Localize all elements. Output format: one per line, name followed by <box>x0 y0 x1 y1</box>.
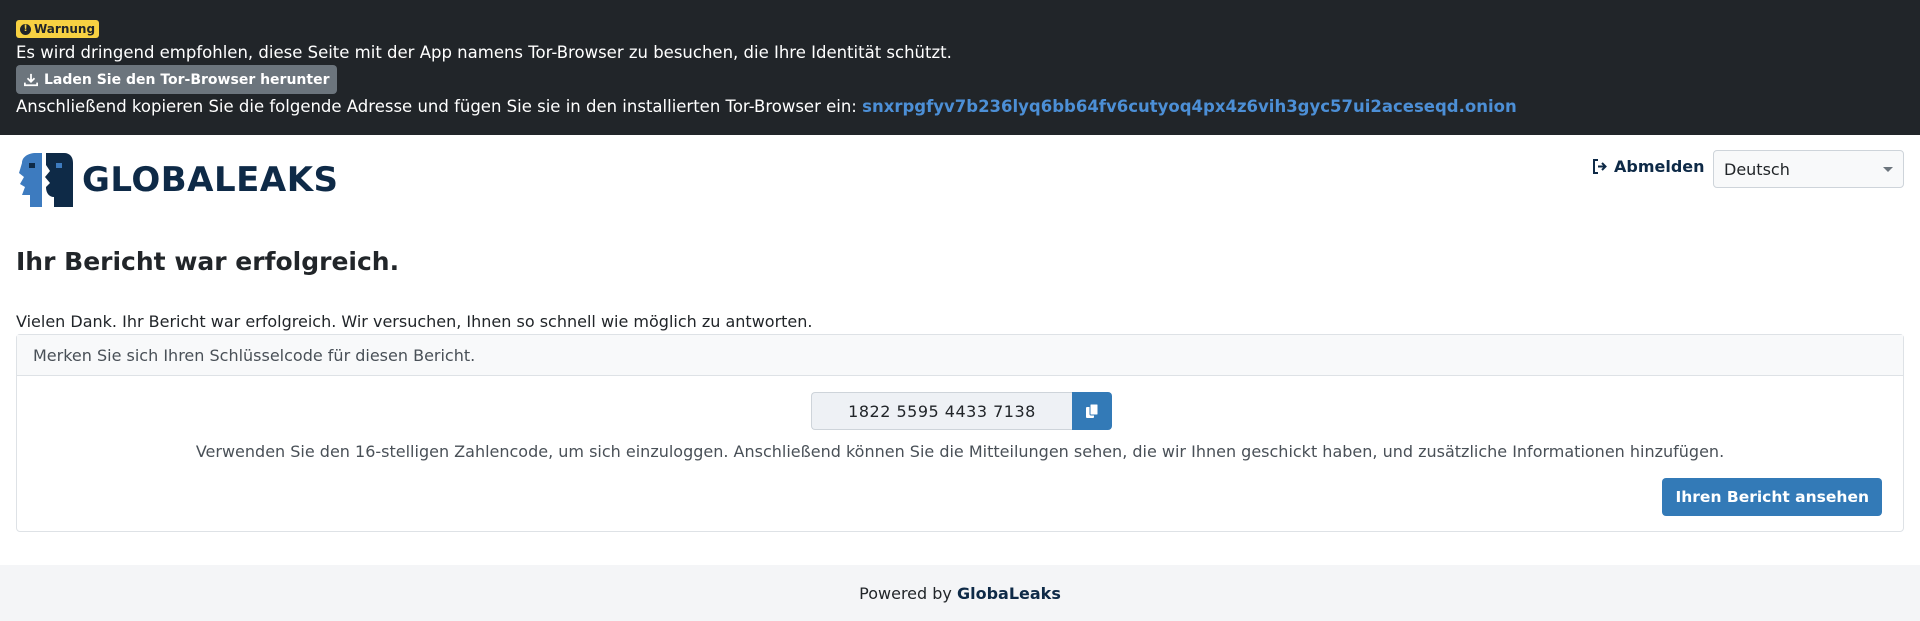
copy-instruction-text: Anschließend kopieren Sie die folgende A… <box>16 97 857 116</box>
powered-by-text: Powered by <box>859 583 952 603</box>
chevron-down-icon <box>1883 166 1893 172</box>
footer-brand[interactable]: GlobaLeaks <box>957 584 1061 603</box>
view-report-button[interactable]: Ihren Bericht ansehen <box>1662 478 1882 516</box>
tor-recommendation-text: Es wird dringend empfohlen, diese Seite … <box>16 43 952 62</box>
globaleaks-logo[interactable]: GLOBALEAKS <box>16 151 339 209</box>
receipt-code-field[interactable]: 1822 5595 4433 7138 <box>811 392 1072 430</box>
tor-copy-instruction: Anschließend kopieren Sie die folgende A… <box>16 97 1517 116</box>
tor-warning-banner: ! Warnung Es wird dringend empfohlen, di… <box>0 0 1920 135</box>
warning-label: Warnung <box>34 22 96 36</box>
page-header: GLOBALEAKS Abmelden Deutsch <box>0 135 1920 235</box>
receipt-card: Merken Sie sich Ihren Schlüsselcode für … <box>16 334 1904 532</box>
copy-code-button[interactable] <box>1072 392 1112 430</box>
logout-label: Abmelden <box>1614 157 1705 176</box>
warning-badge: ! Warnung <box>16 20 100 38</box>
receipt-card-header: Merken Sie sich Ihren Schlüsselcode für … <box>17 335 1903 376</box>
logout-link[interactable]: Abmelden <box>1592 157 1705 176</box>
logo-text: GLOBALEAKS <box>82 160 339 200</box>
globaleaks-faces-icon <box>19 153 73 207</box>
onion-address-link[interactable]: snxrpgfyv7b236lyq6bb64fv6cutyoq4px4z6vih… <box>862 97 1517 116</box>
download-tor-label: Laden Sie den Tor-Browser herunter <box>44 71 330 88</box>
exclamation-circle-icon: ! <box>20 23 31 35</box>
page-footer: Powered by GlobaLeaks <box>0 565 1920 621</box>
language-select[interactable]: Deutsch <box>1713 150 1904 188</box>
language-selected-value: Deutsch <box>1724 159 1790 179</box>
sign-out-icon <box>1593 159 1607 174</box>
copy-icon <box>1086 403 1099 418</box>
download-tor-button[interactable]: Laden Sie den Tor-Browser herunter <box>16 65 338 94</box>
download-icon <box>24 73 38 86</box>
receipt-code-group: 1822 5595 4433 7138 <box>811 392 1112 430</box>
login-instructions: Verwenden Sie den 16-stelligen Zahlencod… <box>195 442 1725 461</box>
thanks-message: Vielen Dank. Ihr Bericht war erfolgreich… <box>16 312 813 331</box>
page-title: Ihr Bericht war erfolgreich. <box>16 247 400 276</box>
